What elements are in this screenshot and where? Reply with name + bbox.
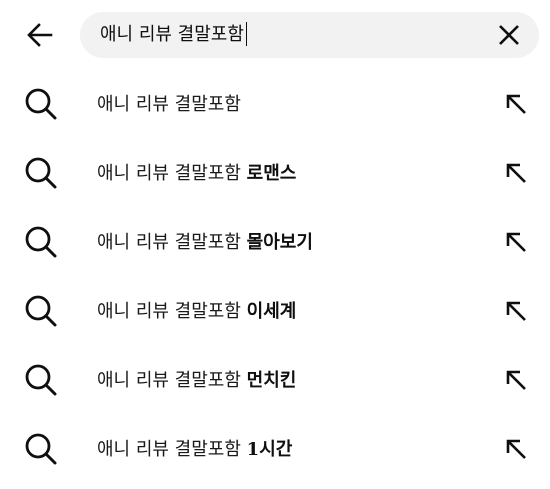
suggestion-list: 애니 리뷰 결말포함 애니 리뷰 결말포함 로맨스 애니 리뷰 결말포함 몰아보… [0, 70, 550, 484]
fill-query-button[interactable] [498, 224, 534, 260]
arrow-up-left-icon [506, 439, 526, 459]
search-icon [25, 295, 57, 327]
suggestion-label: 애니 리뷰 결말포함 로맨스 [97, 163, 297, 184]
search-input[interactable]: 애니 리뷰 결말포함 [80, 12, 539, 58]
search-header: 애니 리뷰 결말포함 [0, 0, 550, 70]
search-icon [25, 364, 57, 396]
arrow-up-left-icon [506, 301, 526, 321]
suggestion-label: 애니 리뷰 결말포함 이세계 [97, 301, 297, 322]
suggestion-item[interactable]: 애니 리뷰 결말포함 먼치킨 [0, 346, 550, 415]
fill-query-button[interactable] [498, 155, 534, 191]
search-icon [25, 88, 57, 120]
suggestion-label: 애니 리뷰 결말포함 [97, 94, 241, 115]
fill-query-button[interactable] [498, 293, 534, 329]
arrow-up-left-icon [506, 163, 526, 183]
arrow-left-icon [27, 23, 53, 47]
suggestion-item[interactable]: 애니 리뷰 결말포함 [0, 70, 550, 139]
clear-search-button[interactable] [489, 15, 529, 55]
suggestion-label: 애니 리뷰 결말포함 먼치킨 [97, 370, 297, 391]
search-icon [25, 226, 57, 258]
suggestion-label: 애니 리뷰 결말포함 1시간 [97, 439, 293, 460]
suggestion-label: 애니 리뷰 결말포함 몰아보기 [97, 232, 313, 253]
suggestion-item[interactable]: 애니 리뷰 결말포함 1시간 [0, 415, 550, 484]
arrow-up-left-icon [506, 232, 526, 252]
arrow-up-left-icon [506, 370, 526, 390]
text-caret [245, 21, 248, 46]
arrow-up-left-icon [506, 94, 526, 114]
fill-query-button[interactable] [498, 431, 534, 467]
fill-query-button[interactable] [498, 86, 534, 122]
back-button[interactable] [20, 15, 60, 55]
close-icon [499, 25, 519, 45]
suggestion-item[interactable]: 애니 리뷰 결말포함 이세계 [0, 277, 550, 346]
search-input-text[interactable]: 애니 리뷰 결말포함 [100, 12, 248, 58]
suggestion-item[interactable]: 애니 리뷰 결말포함 몰아보기 [0, 208, 550, 277]
fill-query-button[interactable] [498, 362, 534, 398]
suggestion-item[interactable]: 애니 리뷰 결말포함 로맨스 [0, 139, 550, 208]
search-icon [25, 157, 57, 189]
search-icon [25, 433, 57, 465]
